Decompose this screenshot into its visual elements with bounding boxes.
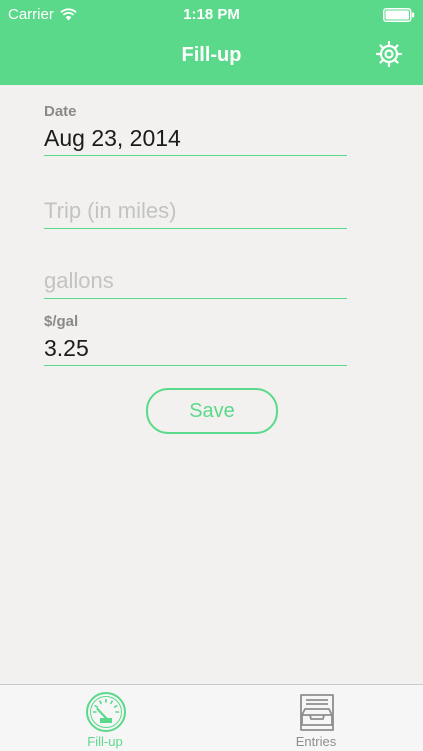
date-field[interactable]: Aug 23, 2014 xyxy=(44,121,347,156)
price-label: $/gal xyxy=(44,313,79,330)
status-bar: Carrier 1:18 PM xyxy=(0,0,423,30)
save-button[interactable]: Save xyxy=(146,388,278,434)
tab-fill-up[interactable]: Fill-up xyxy=(35,685,175,751)
nav-header: Carrier 1:18 PM Fill-up xyxy=(0,0,423,85)
status-time: 1:18 PM xyxy=(183,6,240,23)
tab-label-fill-up: Fill-up xyxy=(87,734,123,749)
price-field[interactable]: 3.25 xyxy=(44,331,347,366)
battery-icon xyxy=(383,8,415,22)
tab-entries[interactable]: Entries xyxy=(246,685,386,751)
tab-label-entries: Entries xyxy=(295,734,337,749)
gallons-input[interactable]: gallons xyxy=(44,264,347,299)
price-field-group: $/gal 3.25 xyxy=(44,313,347,366)
date-label: Date xyxy=(44,103,77,120)
speedometer-icon xyxy=(86,692,126,732)
gallons-field-group: gallons xyxy=(44,264,347,299)
page-title: Fill-up xyxy=(181,44,242,66)
trip-input[interactable]: Trip (in miles) xyxy=(44,194,347,229)
tab-bar: Fill-up Entries xyxy=(0,684,423,751)
inbox-tray-icon xyxy=(300,694,334,731)
trip-field-group: Trip (in miles) xyxy=(44,194,347,229)
date-field-group: Date Aug 23, 2014 xyxy=(44,103,347,156)
gear-icon[interactable] xyxy=(375,40,403,68)
